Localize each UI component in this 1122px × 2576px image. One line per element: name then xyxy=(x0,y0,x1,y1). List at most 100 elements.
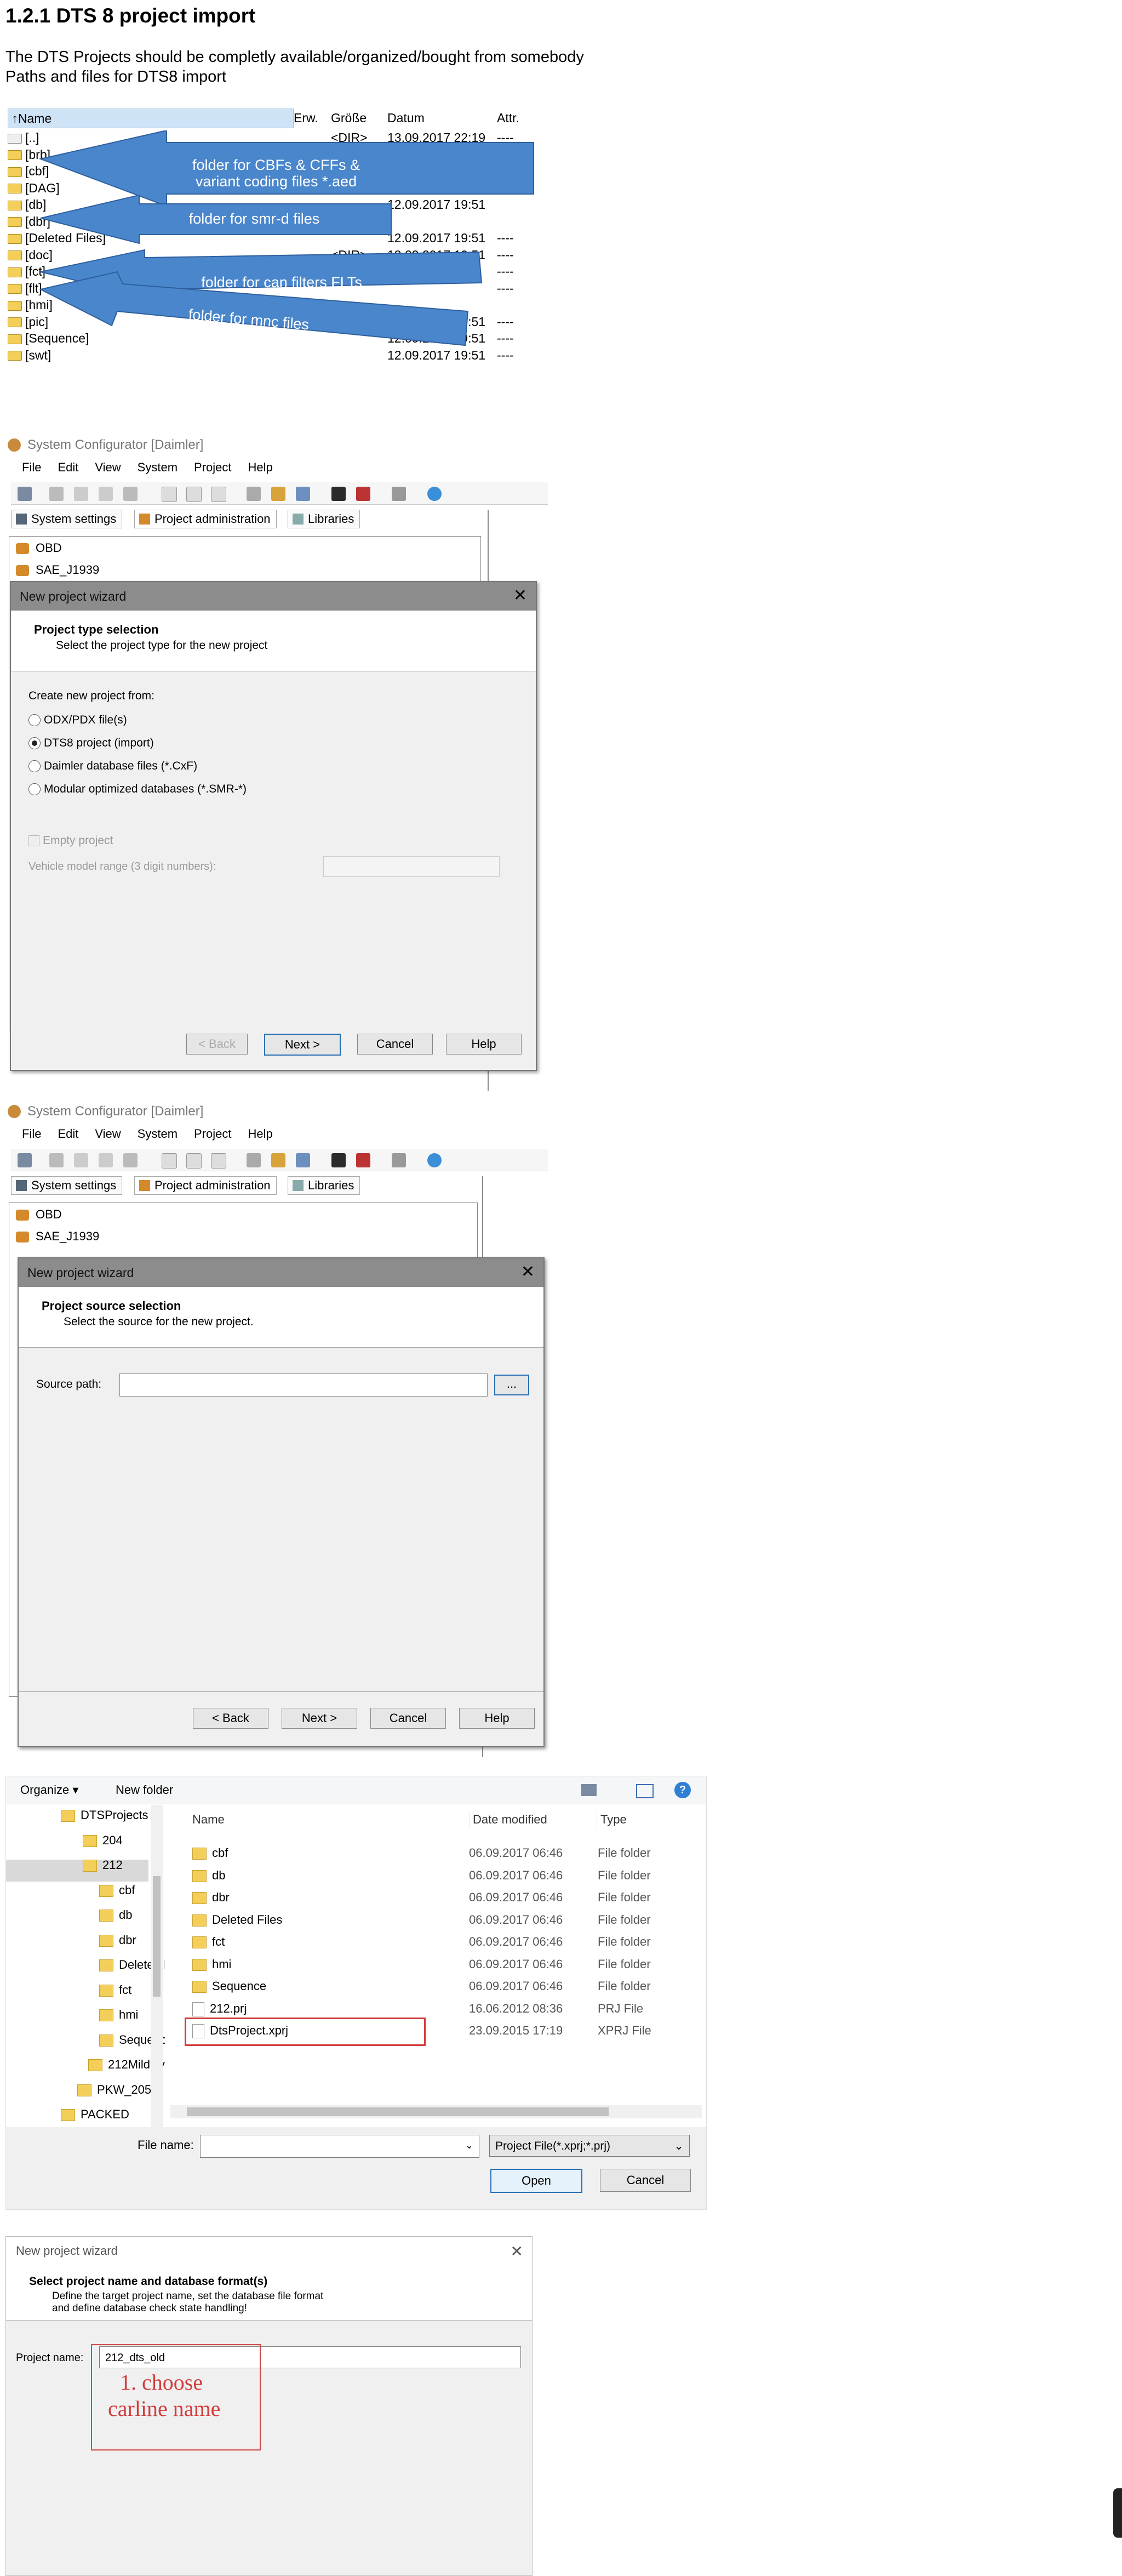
column-header-size[interactable]: Größe xyxy=(331,109,367,127)
back-button[interactable]: < Back xyxy=(193,1708,268,1729)
menu-system[interactable]: System xyxy=(138,1127,178,1141)
tree-item[interactable]: PACKED xyxy=(61,2107,129,2122)
doc-icon[interactable] xyxy=(186,487,202,502)
paste-icon[interactable] xyxy=(99,1153,113,1167)
db-icon[interactable] xyxy=(247,487,261,501)
package-icon[interactable] xyxy=(271,1153,285,1167)
tab-system-settings[interactable]: System settings xyxy=(11,510,123,528)
column-type[interactable]: Type xyxy=(597,1813,627,1827)
preview-pane-icon[interactable] xyxy=(636,1784,654,1798)
tab-libraries[interactable]: Libraries xyxy=(288,510,360,528)
project-item-obd[interactable]: OBD xyxy=(16,541,62,555)
help-icon[interactable]: ? xyxy=(674,1782,691,1798)
file-list-row[interactable]: 212.prj 16.06.2012 08:36 PRJ File xyxy=(192,1998,685,2020)
export-icon[interactable] xyxy=(356,1153,370,1167)
radio-odx[interactable]: ODX/PDX file(s) xyxy=(28,714,127,727)
close-icon[interactable]: ✕ xyxy=(513,588,527,604)
delete-icon[interactable] xyxy=(123,487,138,501)
refresh-icon[interactable] xyxy=(392,1153,406,1167)
menu-system[interactable]: System xyxy=(138,460,178,474)
cancel-button[interactable]: Cancel xyxy=(600,2169,691,2192)
tab-system-settings[interactable]: System settings xyxy=(11,1176,123,1195)
file-type-select[interactable]: Project File(*.xprj;*.prj) ⌄ xyxy=(489,2135,690,2157)
vehicle-range-input[interactable] xyxy=(323,856,500,877)
refresh-icon[interactable] xyxy=(392,487,406,501)
copy-icon[interactable] xyxy=(74,1153,88,1167)
file-list-row[interactable]: db 06.09.2017 06:46 File folder xyxy=(192,1865,685,1887)
tab-project-administration[interactable]: Project administration xyxy=(134,510,277,528)
open-button[interactable]: Open xyxy=(490,2169,582,2193)
delete-icon[interactable] xyxy=(123,1153,138,1167)
close-icon[interactable]: ✕ xyxy=(511,2242,523,2260)
project-item-sae[interactable]: SAE_J1939 xyxy=(16,1229,99,1244)
menu-edit[interactable]: Edit xyxy=(58,1127,78,1141)
file-list-row[interactable]: hmi 06.09.2017 06:46 File folder xyxy=(192,1953,685,1975)
new-doc-icon[interactable] xyxy=(162,1153,177,1169)
tab-libraries[interactable]: Libraries xyxy=(288,1176,360,1195)
tab-project-administration[interactable]: Project administration xyxy=(134,1176,277,1195)
tree-scroll-thumb[interactable] xyxy=(153,1876,161,1997)
help-button[interactable]: Help xyxy=(459,1708,535,1729)
user-icon[interactable] xyxy=(296,487,310,501)
file-list-row[interactable]: fct 06.09.2017 06:46 File folder xyxy=(192,1931,685,1953)
column-date[interactable]: Date modified xyxy=(469,1813,547,1827)
package-icon[interactable] xyxy=(271,487,285,501)
radio-smr[interactable]: Modular optimized databases (*.SMR-*) xyxy=(28,783,247,796)
file-list-row[interactable]: DtsProject.xprj 23.09.2015 17:19 XPRJ Fi… xyxy=(192,2020,685,2042)
export-icon[interactable] xyxy=(356,487,370,501)
import-icon[interactable] xyxy=(331,1153,346,1167)
empty-project-checkbox[interactable]: Empty project xyxy=(28,834,113,847)
horizontal-scrollbar[interactable] xyxy=(170,2105,702,2118)
tree-item[interactable]: db xyxy=(99,1908,132,1922)
organize-button[interactable]: Organize ▾ xyxy=(20,1783,78,1797)
next-button[interactable]: Next > xyxy=(264,1034,341,1056)
tree-item[interactable]: PKW_205 xyxy=(77,2083,151,2097)
browse-button[interactable]: ... xyxy=(494,1375,529,1395)
source-path-input[interactable] xyxy=(119,1374,488,1397)
tree-item[interactable]: DTSProjects xyxy=(61,1808,148,1822)
radio-cxf[interactable]: Daimler database files (*.CxF) xyxy=(28,760,197,773)
tree-item[interactable]: fct xyxy=(99,1983,131,1997)
save-icon[interactable] xyxy=(18,487,32,501)
file-name-input[interactable]: ⌄ xyxy=(200,2135,479,2158)
cancel-button[interactable]: Cancel xyxy=(357,1034,433,1055)
column-header-name[interactable]: ↑Name xyxy=(8,109,294,128)
column-header-attr[interactable]: Attr. xyxy=(497,109,519,127)
column-header-date[interactable]: Datum xyxy=(387,109,425,127)
db-icon[interactable] xyxy=(247,1153,261,1167)
menu-view[interactable]: View xyxy=(95,1127,121,1141)
view-icon[interactable] xyxy=(581,1784,597,1796)
tree-item[interactable]: 212 xyxy=(83,1858,123,1872)
copy-icon[interactable] xyxy=(74,487,88,501)
tree-item[interactable]: hmi xyxy=(99,2008,138,2022)
menu-file[interactable]: File xyxy=(22,460,41,474)
user-icon[interactable] xyxy=(296,1153,310,1167)
file-list-row[interactable]: dbr 06.09.2017 06:46 File folder xyxy=(192,1887,685,1908)
menu-edit[interactable]: Edit xyxy=(58,460,78,474)
help-button[interactable]: Help xyxy=(446,1034,522,1055)
cut-icon[interactable] xyxy=(49,1153,64,1167)
help-icon[interactable] xyxy=(427,1153,442,1167)
doc2-icon[interactable] xyxy=(211,487,226,502)
tree-item[interactable]: cbf xyxy=(99,1883,135,1897)
menu-project[interactable]: Project xyxy=(194,1127,231,1141)
menu-project[interactable]: Project xyxy=(194,460,231,474)
column-header-ext[interactable]: Erw. xyxy=(294,109,318,127)
file-list-row[interactable]: cbf 06.09.2017 06:46 File folder xyxy=(192,1842,685,1864)
radio-dts8[interactable]: DTS8 project (import) xyxy=(28,737,154,750)
column-name[interactable]: Name xyxy=(192,1813,225,1827)
tree-item[interactable]: dbr xyxy=(99,1933,136,1947)
file-list-row[interactable]: Sequence 06.09.2017 06:46 File folder xyxy=(192,1975,685,1997)
menu-view[interactable]: View xyxy=(95,460,121,474)
doc-icon[interactable] xyxy=(186,1153,202,1169)
save-icon[interactable] xyxy=(18,1153,32,1167)
next-button[interactable]: Next > xyxy=(282,1708,357,1729)
paste-icon[interactable] xyxy=(99,487,113,501)
project-item-obd[interactable]: OBD xyxy=(16,1207,62,1222)
menu-file[interactable]: File xyxy=(22,1127,41,1141)
scroll-thumb[interactable] xyxy=(187,2107,609,2116)
project-item-sae[interactable]: SAE_J1939 xyxy=(16,563,99,577)
back-button[interactable]: < Back xyxy=(186,1034,248,1055)
import-icon[interactable] xyxy=(331,487,346,501)
new-doc-icon[interactable] xyxy=(162,487,177,502)
